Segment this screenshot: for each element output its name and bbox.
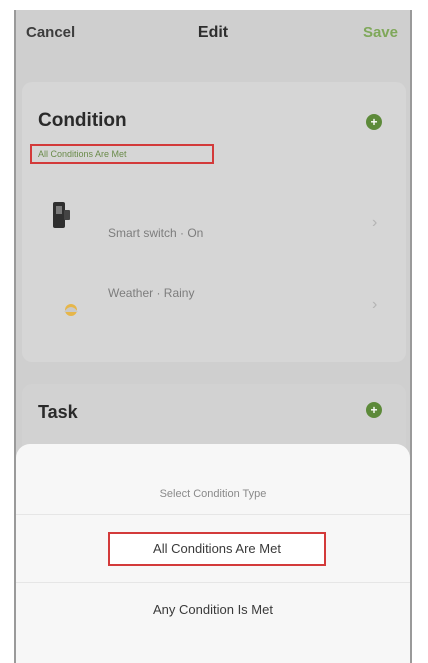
option-all-conditions[interactable]: All Conditions Are Met xyxy=(108,532,326,566)
sheet-title: Select Condition Type xyxy=(159,488,267,500)
option-any-condition[interactable]: Any Condition Is Met xyxy=(16,602,410,617)
chevron-right-icon: › xyxy=(372,214,378,231)
condition-type-selector[interactable]: All Conditions Are Met xyxy=(30,144,214,164)
page-title: Edit xyxy=(197,24,229,41)
phone-screen: Cancel Edit Save Condition All Condition… xyxy=(14,10,412,663)
chevron-right-icon: › xyxy=(372,296,378,313)
save-button[interactable]: Save xyxy=(363,24,398,41)
add-task-button[interactable]: + xyxy=(366,402,382,418)
weather-icon xyxy=(60,298,82,325)
condition-item-label[interactable]: Smart switch · On xyxy=(108,226,203,240)
divider xyxy=(16,582,410,583)
condition-item-label[interactable]: Weather · Rainy xyxy=(108,286,194,300)
divider xyxy=(16,514,410,515)
add-condition-button[interactable]: + xyxy=(366,114,382,130)
task-title: Task xyxy=(38,402,78,422)
condition-type-sheet: Select Condition Type All Conditions Are… xyxy=(16,444,410,663)
device-icon xyxy=(50,198,72,237)
condition-title: Condition xyxy=(38,110,127,131)
top-nav-bar: Cancel Edit Save xyxy=(16,10,410,58)
